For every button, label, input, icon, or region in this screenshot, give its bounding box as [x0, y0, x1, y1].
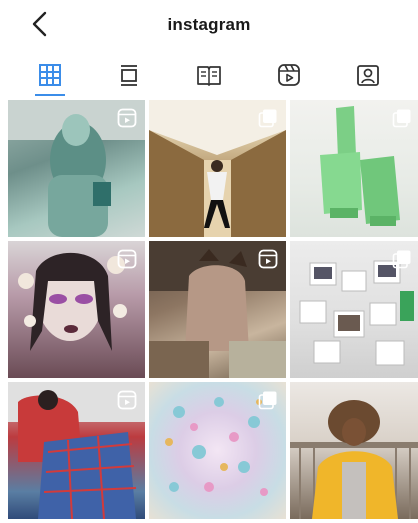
- posts-grid: [8, 100, 418, 523]
- profile-screen: instagram: [0, 0, 418, 523]
- post-tile[interactable]: [290, 241, 418, 378]
- feed-icon: [117, 63, 141, 87]
- reels-icon: [277, 63, 301, 87]
- reels-badge-icon: [258, 249, 278, 269]
- tab-feed[interactable]: [106, 52, 152, 98]
- tab-grid[interactable]: [27, 52, 73, 98]
- post-tile[interactable]: [290, 100, 418, 237]
- tab-tagged[interactable]: [345, 52, 391, 98]
- post-photo: [290, 400, 418, 519]
- carousel-badge-icon: [392, 108, 412, 128]
- post-tile[interactable]: [149, 382, 286, 519]
- carousel-badge-icon: [258, 108, 278, 128]
- back-button[interactable]: [26, 8, 54, 40]
- carousel-badge-icon: [258, 390, 278, 410]
- post-tile[interactable]: [8, 100, 145, 237]
- carousel-badge-icon: [392, 249, 412, 269]
- grid-icon: [38, 63, 62, 87]
- post-tile[interactable]: [290, 382, 418, 519]
- post-tile[interactable]: [8, 241, 145, 378]
- post-tile[interactable]: [149, 241, 286, 378]
- reels-badge-icon: [117, 108, 137, 128]
- guides-icon: [196, 63, 222, 87]
- reels-badge-icon: [117, 390, 137, 410]
- chevron-left-icon: [31, 11, 49, 37]
- profile-username: instagram: [167, 15, 251, 34]
- reels-badge-icon: [117, 249, 137, 269]
- post-tile[interactable]: [149, 100, 286, 237]
- tagged-icon: [356, 63, 380, 87]
- tab-guides[interactable]: [186, 52, 232, 98]
- top-bar: instagram: [0, 0, 418, 50]
- post-tile[interactable]: [8, 382, 145, 519]
- profile-tabs: [0, 52, 418, 98]
- tab-reels[interactable]: [266, 52, 312, 98]
